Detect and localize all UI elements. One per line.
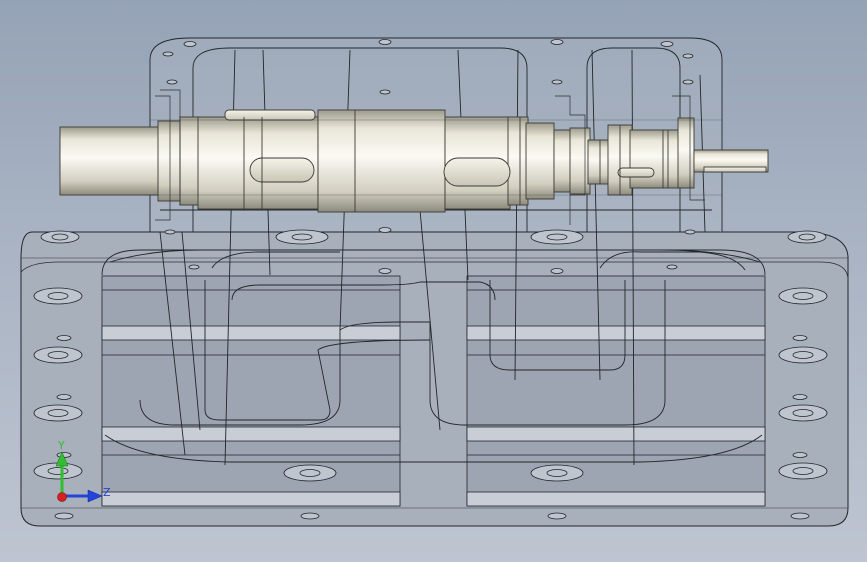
triad-z-label: Z xyxy=(103,486,111,499)
triad-y-label: Y xyxy=(58,439,65,452)
cad-viewport[interactable]: Y Z xyxy=(0,0,867,562)
gearbox-model-view[interactable] xyxy=(0,0,867,562)
